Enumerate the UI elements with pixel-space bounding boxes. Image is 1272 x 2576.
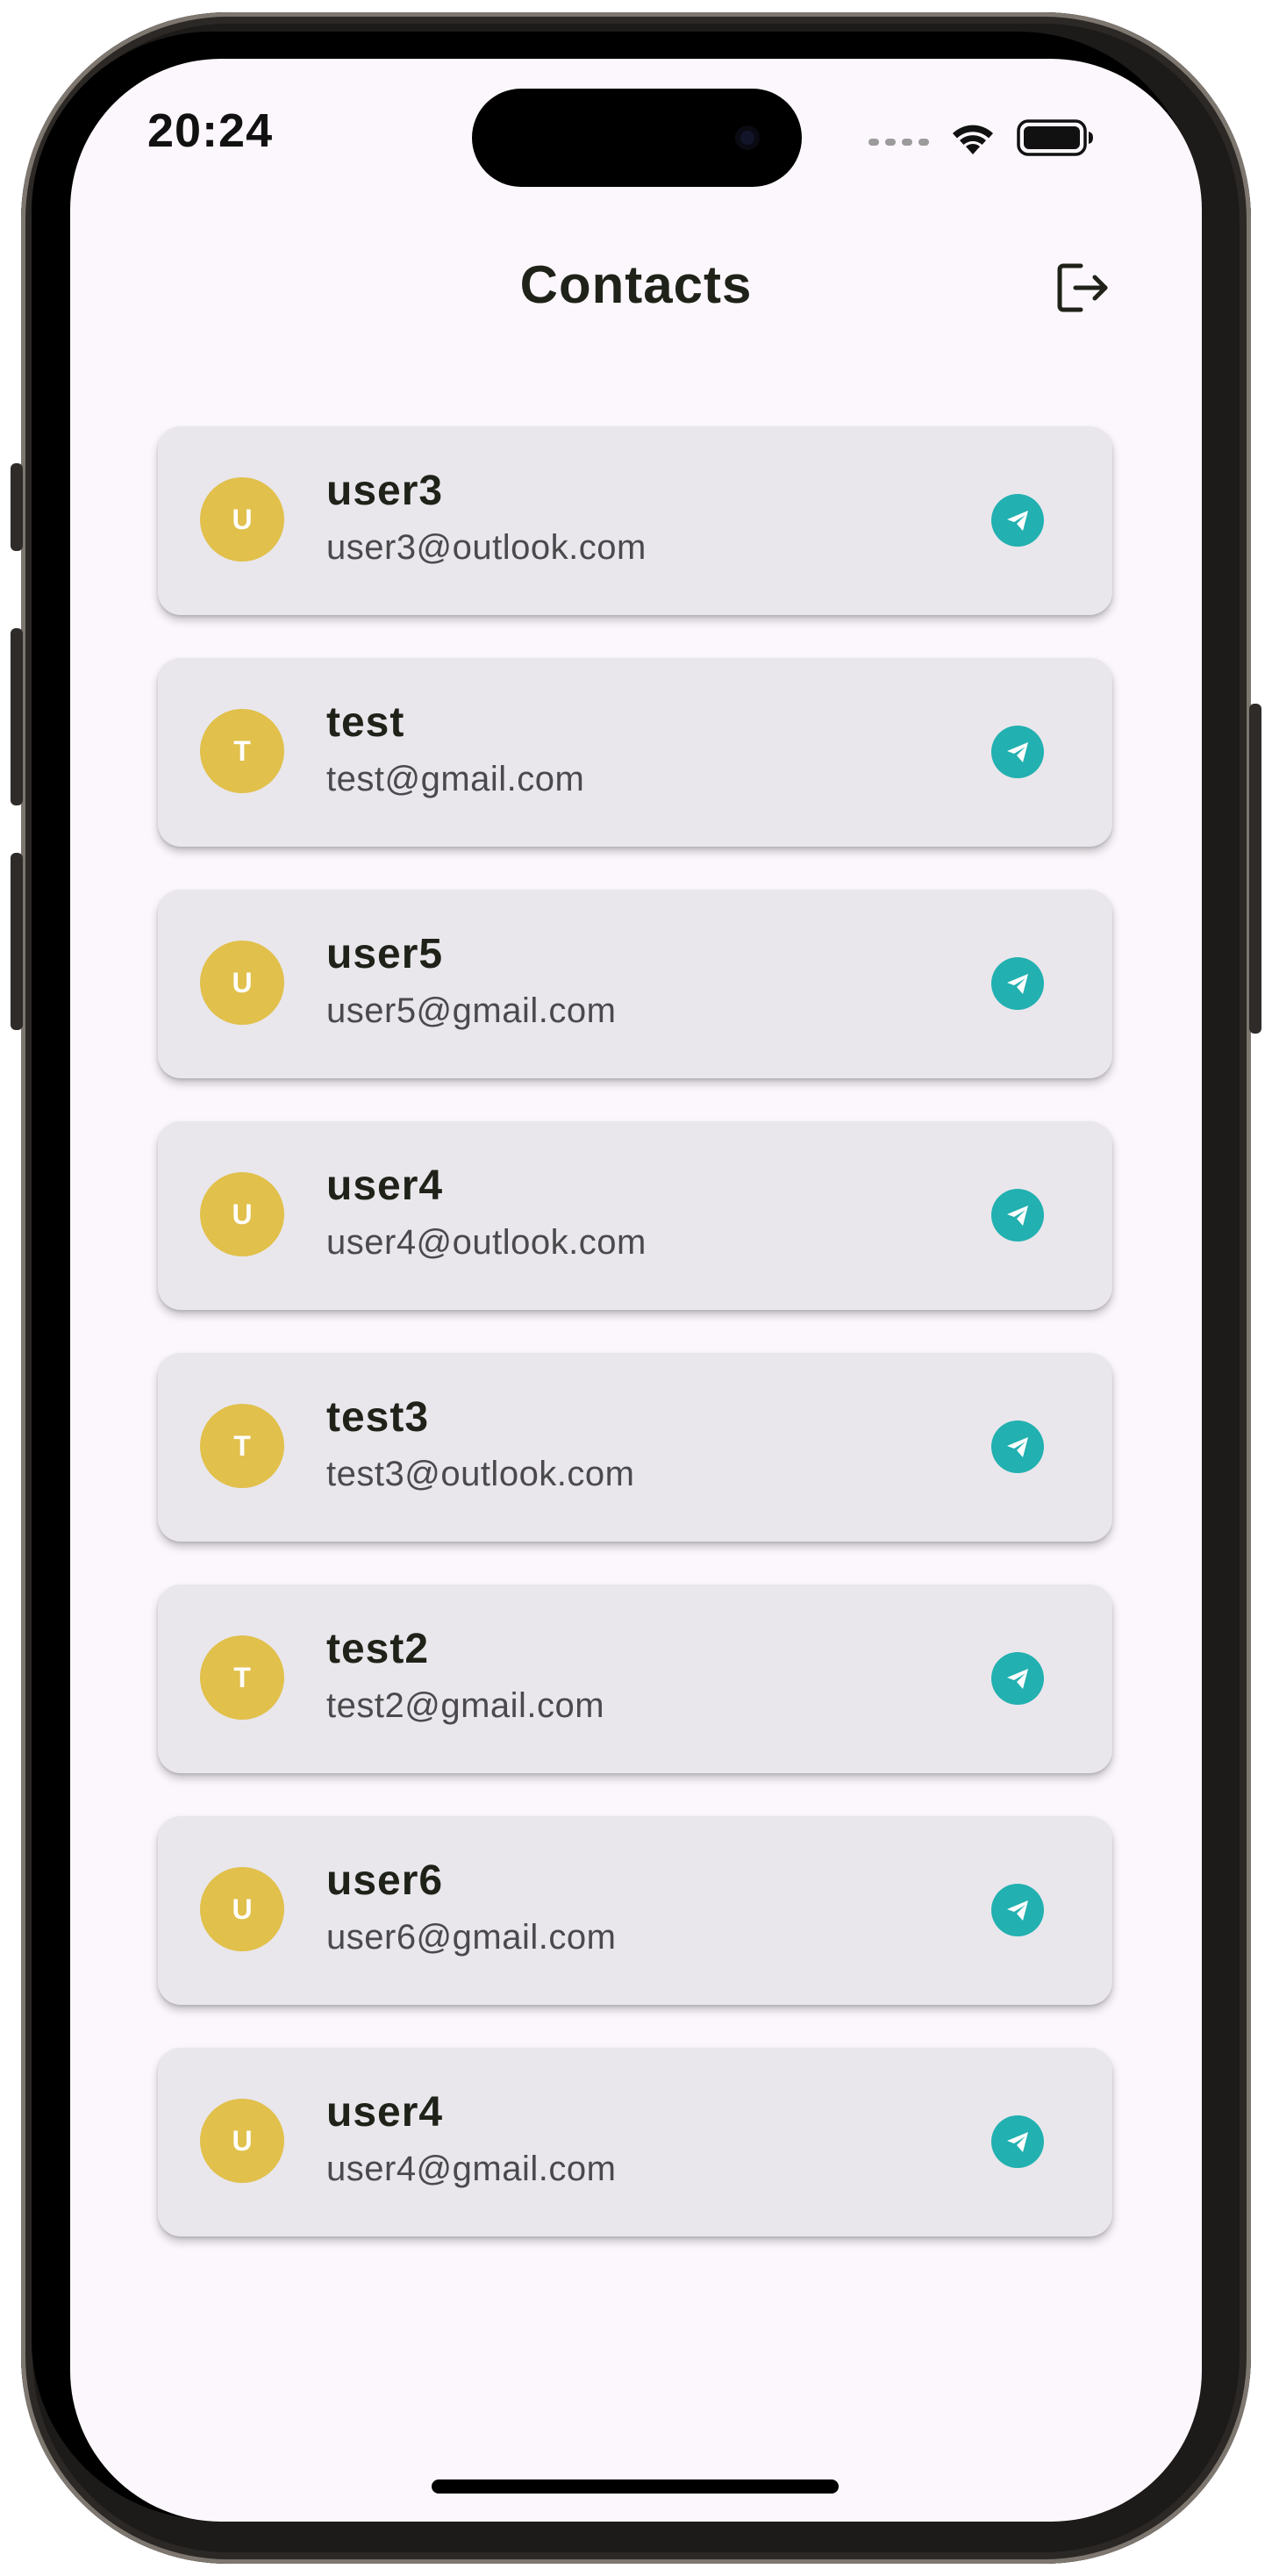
contact-email: user4@outlook.com xyxy=(326,1223,647,1262)
avatar: U xyxy=(200,2099,284,2183)
contact-card[interactable]: Ttest test@gmail.com xyxy=(158,658,1112,847)
contact-name: test xyxy=(326,699,405,746)
status-time: 20:24 xyxy=(147,104,274,157)
contact-email: test@gmail.com xyxy=(326,760,585,798)
battery-icon xyxy=(1017,119,1093,156)
contact-card[interactable]: Uuser6 user6@gmail.com xyxy=(158,1816,1112,2005)
avatar: T xyxy=(200,1635,284,1720)
home-indicator[interactable] xyxy=(432,2479,839,2494)
logout-icon[interactable] xyxy=(1054,261,1112,315)
send-icon xyxy=(1007,1900,1028,1921)
send-message-button[interactable] xyxy=(991,957,1044,1010)
contact-name: user3 xyxy=(326,468,444,514)
contact-card[interactable]: Uuser4 user4@outlook.com xyxy=(158,1121,1112,1310)
send-icon xyxy=(1007,1437,1028,1457)
send-icon xyxy=(1007,511,1028,531)
avatar: T xyxy=(200,709,284,793)
send-message-button[interactable] xyxy=(991,494,1044,547)
contact-email: test3@outlook.com xyxy=(326,1455,635,1493)
contact-name: user4 xyxy=(326,2089,444,2136)
contact-card[interactable]: Uuser3 user3@outlook.com xyxy=(158,426,1112,615)
send-message-button[interactable] xyxy=(991,2115,1044,2168)
contact-card[interactable]: Ttest2 test2@gmail.com xyxy=(158,1585,1112,1773)
contact-name: test2 xyxy=(326,1626,430,1672)
send-message-button[interactable] xyxy=(991,726,1044,778)
contact-name: test3 xyxy=(326,1394,430,1441)
send-message-button[interactable] xyxy=(991,1189,1044,1241)
power-button xyxy=(1249,704,1261,1034)
avatar: U xyxy=(200,1867,284,1951)
contact-email: test2@gmail.com xyxy=(326,1686,605,1725)
wifi-icon xyxy=(953,125,993,154)
send-icon xyxy=(1007,1669,1028,1689)
avatar: U xyxy=(200,941,284,1025)
send-message-button[interactable] xyxy=(991,1884,1044,1936)
contact-email: user4@gmail.com xyxy=(326,2150,617,2188)
action-button xyxy=(11,463,23,551)
contact-email: user6@gmail.com xyxy=(326,1918,617,1957)
send-icon xyxy=(1007,1206,1028,1226)
send-icon xyxy=(1007,742,1028,762)
cellular-signal-icon xyxy=(868,139,929,146)
avatar: U xyxy=(200,1172,284,1256)
send-icon xyxy=(1007,974,1028,994)
avatar: T xyxy=(200,1404,284,1488)
send-message-button[interactable] xyxy=(991,1652,1044,1705)
contact-card[interactable]: Uuser4 user4@gmail.com xyxy=(158,2048,1112,2236)
front-camera xyxy=(735,125,760,150)
contact-name: user6 xyxy=(326,1857,444,1904)
send-icon xyxy=(1007,2132,1028,2152)
send-message-button[interactable] xyxy=(991,1420,1044,1473)
volume-up-button xyxy=(11,628,23,805)
contact-name: user5 xyxy=(326,931,444,977)
contact-card[interactable]: Ttest3 test3@outlook.com xyxy=(158,1353,1112,1542)
contact-email: user3@outlook.com xyxy=(326,528,647,567)
volume-down-button xyxy=(11,853,23,1030)
status-icons xyxy=(868,116,1094,160)
contact-name: user4 xyxy=(326,1163,444,1209)
avatar: U xyxy=(200,477,284,562)
contact-card[interactable]: Uuser5 user5@gmail.com xyxy=(158,890,1112,1078)
contact-email: user5@gmail.com xyxy=(326,991,617,1030)
